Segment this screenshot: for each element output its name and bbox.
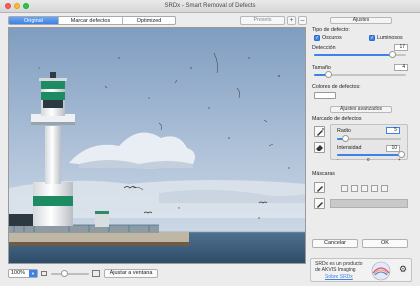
- detection-slider[interactable]: [314, 51, 406, 58]
- intensity-slider-fill: [337, 154, 401, 156]
- chevron-down-icon: ▼: [29, 270, 37, 277]
- eraser-icon[interactable]: [314, 142, 325, 153]
- zoom-value: 100%: [11, 270, 26, 276]
- mask-eraser-icon[interactable]: [314, 198, 325, 209]
- tab-mark-defects[interactable]: Marcar defectos: [59, 17, 123, 24]
- mask-slot-2[interactable]: [351, 185, 358, 192]
- radius-value-field[interactable]: 5: [386, 127, 400, 134]
- masks-label: Máscaras: [312, 171, 335, 177]
- remove-preset-button[interactable]: –: [298, 16, 307, 25]
- mask-slot-5[interactable]: [381, 185, 388, 192]
- defect-marking-label: Marcado de defectos: [312, 116, 362, 122]
- mask-slot-1[interactable]: [341, 185, 348, 192]
- radius-slider[interactable]: [337, 135, 401, 142]
- view-tabs: Original Marcar defectos Optimized: [8, 16, 176, 25]
- radius-label: Radio: [337, 128, 351, 134]
- image-canvas[interactable]: [8, 27, 306, 264]
- zoom-out-icon[interactable]: [41, 271, 47, 276]
- presets-dropdown[interactable]: Presets: [240, 16, 285, 25]
- detection-slider-thumb[interactable]: [389, 51, 396, 58]
- intensity-label: Intensidad: [337, 145, 362, 151]
- about-box: SRDx es un producto de AKVIS Imaging Sob…: [310, 258, 412, 282]
- fit-to-window-button[interactable]: Ajustar a ventana: [104, 269, 158, 278]
- presets-group: Presets + –: [240, 16, 307, 25]
- settings-gear-icon[interactable]: ⚙: [399, 264, 407, 275]
- zoom-in-icon[interactable]: [92, 270, 100, 277]
- settings-header: Ajustes: [330, 17, 392, 24]
- intensity-tick-plus: +: [398, 157, 401, 162]
- about-link[interactable]: Sobre SRDx: [325, 274, 353, 280]
- zoom-slider[interactable]: [51, 270, 89, 277]
- size-value-field[interactable]: 4: [394, 64, 408, 71]
- lighthouse-photo: [9, 28, 305, 263]
- advanced-settings-header: Ajustes avanzados: [330, 106, 392, 113]
- window-title: SRDx - Smart Removal of Defects: [164, 3, 256, 9]
- mask-strip: [330, 199, 408, 208]
- cancel-button[interactable]: Cancelar: [312, 239, 358, 248]
- mask-brush-icon[interactable]: [314, 182, 325, 193]
- zoom-slider-thumb[interactable]: [61, 270, 68, 277]
- intensity-slider[interactable]: [337, 151, 405, 158]
- tab-original[interactable]: Original: [9, 17, 59, 24]
- about-line-2: de AKVIS Imaging: [315, 267, 356, 273]
- bright-defects-label: Luminosos: [377, 35, 403, 41]
- ok-button[interactable]: OK: [362, 239, 408, 248]
- brush-icon[interactable]: [314, 126, 325, 137]
- add-preset-button[interactable]: +: [287, 16, 296, 25]
- radius-slider-thumb[interactable]: [342, 135, 349, 142]
- title-bar: SRDx - Smart Removal of Defects: [0, 0, 420, 13]
- defect-color-swatch[interactable]: [314, 92, 336, 99]
- dark-defects-label: Oscuros: [322, 35, 342, 41]
- defect-colors-label: Colores de defectos:: [312, 84, 361, 90]
- akvis-logo-icon: [371, 261, 391, 281]
- mask-slot-4[interactable]: [371, 185, 378, 192]
- size-slider-thumb[interactable]: [325, 71, 332, 78]
- tab-optimized[interactable]: Optimized: [123, 17, 175, 24]
- detection-value-field[interactable]: 17: [394, 44, 408, 51]
- bright-defects-checkbox[interactable]: ✓: [369, 35, 375, 41]
- size-slider[interactable]: [314, 71, 406, 78]
- detection-label: Detección: [312, 45, 336, 51]
- intensity-tick-zero: 0: [367, 157, 370, 162]
- zoom-select[interactable]: 100% ▼: [8, 269, 38, 278]
- mask-slot-3[interactable]: [361, 185, 368, 192]
- intensity-value-field[interactable]: 10: [386, 145, 400, 152]
- dark-defects-checkbox[interactable]: ✓: [314, 35, 320, 41]
- defect-type-label: Tipo de defecto:: [312, 27, 350, 33]
- detection-slider-fill: [314, 54, 392, 56]
- intensity-tick-minus: -: [337, 157, 339, 162]
